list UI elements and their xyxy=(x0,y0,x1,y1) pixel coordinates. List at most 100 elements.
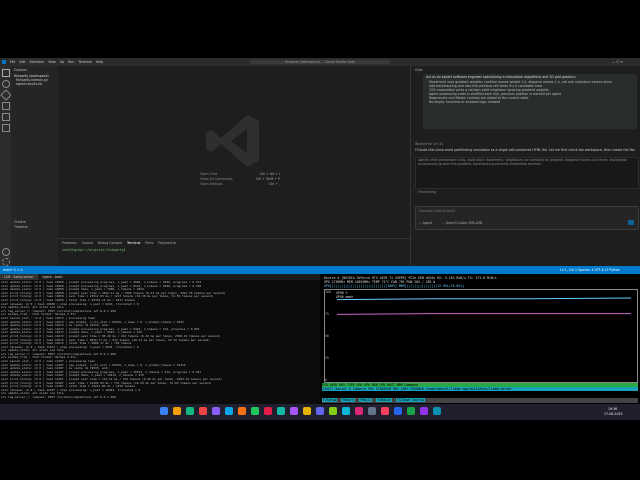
terminal-tab[interactable]: LLM - llama-server xyxy=(0,274,38,280)
explorer-icon[interactable] xyxy=(2,69,10,77)
vscode-title-bar: File Edit Selection View Go Run Terminal Help f… xyxy=(0,58,640,66)
agent-mode-label: Agent xyxy=(422,221,433,225)
taskbar-app-icon[interactable] xyxy=(394,407,402,415)
shortcut-keys: Ctrl + Shift + P xyxy=(255,177,280,181)
nvtop-util-line: GPU[|||||||||||||||||||||||||||||100%] M… xyxy=(324,284,465,288)
y-tick-label: 50 xyxy=(325,334,329,338)
taskbar-app-icon[interactable] xyxy=(355,407,363,415)
outline-section[interactable]: Outline xyxy=(14,220,26,224)
taskbar-app-icon[interactable] xyxy=(368,407,376,415)
taskbar-app-icon[interactable] xyxy=(160,407,168,415)
reasoning-label: Reasoning xyxy=(419,190,436,194)
panel-tab[interactable]: Ports xyxy=(145,241,153,245)
agent-mode-dropdown[interactable]: ⌄ Agent xyxy=(419,221,432,225)
function-key[interactable]: F6Sort xyxy=(341,398,355,402)
status-bar: main* 0 ⚠ 0 Ln 1, Col 1 Spaces: 4 UTF-8 … xyxy=(0,266,640,274)
terminal-tab-bar: LLM - llama-server agent - bash xyxy=(0,274,320,280)
mem-util-line xyxy=(336,313,631,315)
menu-item[interactable]: Selection xyxy=(30,60,45,64)
timeline-section[interactable]: Timeline xyxy=(14,225,28,229)
terminal-prompt[interactable]: user@laptop:~/projects/fishparty$ xyxy=(62,248,125,252)
y-tick-label: 100 xyxy=(325,290,331,294)
taskbar: 19:36 17-08-2025 xyxy=(0,404,640,420)
gear-icon[interactable] xyxy=(2,258,10,266)
explorer-item[interactable]: agent-results.txt xyxy=(11,82,58,86)
menu-item[interactable]: Run xyxy=(68,60,74,64)
taskbar-app-icon[interactable] xyxy=(420,407,428,415)
activity-bar xyxy=(0,66,12,274)
menu-item[interactable]: Help xyxy=(96,60,103,64)
gpu-util-line xyxy=(336,297,632,301)
welcome-shortcut-row[interactable]: Open Chat Ctrl + Alt + I xyxy=(200,172,280,176)
taskbar-app-icon[interactable] xyxy=(199,407,207,415)
window-controls[interactable]: — ☐ ✕ xyxy=(612,60,623,64)
menu-item[interactable]: Terminal xyxy=(78,60,91,64)
taskbar-app-icon[interactable] xyxy=(238,407,246,415)
chat-response-detail: agents emit pheromone trails, walls bloc… xyxy=(418,158,628,166)
taskbar-app-icon[interactable] xyxy=(212,407,220,415)
extensions-icon[interactable] xyxy=(2,113,10,121)
run-debug-icon[interactable] xyxy=(2,102,10,110)
panel-tabs: Problems Output Debug Console Terminal Ports… xyxy=(62,241,181,245)
taskbar-app-icon[interactable] xyxy=(303,407,311,415)
panel-tab[interactable]: PolymerLib xyxy=(158,241,176,245)
menu-item[interactable]: File xyxy=(10,60,15,64)
function-key[interactable]: F12Save Config xyxy=(395,398,425,402)
shortcut-label: Open Settings xyxy=(200,182,223,186)
chat-request-bubble: Act as an expert software engineer speci… xyxy=(423,74,637,129)
menu-item[interactable]: View xyxy=(48,60,56,64)
chat-bullet: No empty functions or stubbed logic allo… xyxy=(429,100,501,104)
vscode-logo-icon xyxy=(2,60,6,64)
welcome-shortcut-row[interactable]: Open Settings Ctrl + , xyxy=(200,182,280,186)
function-key[interactable]: F2Setup xyxy=(322,398,338,402)
welcome-shortcuts: Open Chat Ctrl + Alt + I Show All Commands… xyxy=(200,172,280,187)
taskbar-app-icon[interactable] xyxy=(290,407,298,415)
taskbar-app-icon[interactable] xyxy=(433,407,441,415)
taskbar-app-icon[interactable] xyxy=(251,407,259,415)
clock-date[interactable]: 17-08-2025 xyxy=(604,412,623,416)
shortcut-keys: Ctrl + Alt + I xyxy=(259,172,280,176)
worked-label: Worked for 1m 2s xyxy=(415,142,444,146)
chat-panel: Chat Act as an expert software engineer … xyxy=(410,66,640,274)
source-control-icon[interactable] xyxy=(0,89,12,101)
menu-item[interactable]: Edit xyxy=(19,60,25,64)
taskbar-app-icon[interactable] xyxy=(225,407,233,415)
taskbar-app-icon[interactable] xyxy=(381,407,389,415)
send-icon[interactable] xyxy=(628,220,634,225)
taskbar-app-icon[interactable] xyxy=(329,407,337,415)
menu-item[interactable]: Go xyxy=(60,60,64,64)
y-tick-label: 25 xyxy=(325,356,329,360)
process-row[interactable]: 143271 daniel 0 Compute 99% 12382MiB 80%… xyxy=(322,387,638,391)
chat-response: I'll build this slime-mold pathfinding s… xyxy=(415,148,636,152)
panel-tab[interactable]: Terminal xyxy=(126,241,141,245)
reasoning-toggle[interactable]: › Reasoning xyxy=(417,190,436,194)
taskbar-app-icon[interactable] xyxy=(264,407,272,415)
status-right[interactable]: Ln 1, Col 1 Spaces: 4 UTF-8 LF Python xyxy=(560,268,620,272)
nvtop-y-axis: 100 75 50 25 0 xyxy=(325,290,334,382)
clock-time[interactable]: 19:36 xyxy=(608,407,617,411)
panel-tab[interactable]: Debug Console xyxy=(98,241,122,245)
chat-response-detail-box: agents emit pheromone trails, walls bloc… xyxy=(415,157,639,189)
panel-tab[interactable]: Problems xyxy=(62,241,77,245)
model-picker[interactable]: ⌄ Qwen3-Coder-30B-A3B xyxy=(442,221,482,225)
chat-icon[interactable] xyxy=(2,124,10,132)
chat-input-box[interactable]: Describe what to build ⌄ Agent ⌄ Qwen3-C… xyxy=(415,206,639,230)
search-icon[interactable] xyxy=(2,80,10,88)
function-key[interactable]: F9Kill xyxy=(358,398,373,402)
chat-request-bullets: Movement uses gradient weights: cardinal… xyxy=(423,80,637,104)
model-label: Qwen3-Coder-30B-A3B xyxy=(445,221,483,225)
taskbar-app-icon[interactable] xyxy=(173,407,181,415)
taskbar-app-icon[interactable] xyxy=(316,407,324,415)
terminal-tab[interactable]: agent - bash xyxy=(39,274,67,280)
welcome-shortcut-row[interactable]: Show All Commands Ctrl + Shift + P xyxy=(200,177,280,181)
taskbar-app-icon[interactable] xyxy=(277,407,285,415)
taskbar-app-icon[interactable] xyxy=(186,407,194,415)
taskbar-app-icon[interactable] xyxy=(407,407,415,415)
command-center[interactable]: fishparty (Workspace) — Visual Studio Co… xyxy=(250,60,390,64)
function-key[interactable]: F10Quit xyxy=(376,398,392,402)
status-left[interactable]: main* 0 ⚠ 0 xyxy=(3,268,23,272)
taskbar-app-icon[interactable] xyxy=(342,407,350,415)
explorer-sidebar: Explorer fishparty (workspace) fishparty… xyxy=(11,66,59,274)
account-icon[interactable] xyxy=(2,248,10,256)
panel-tab[interactable]: Output xyxy=(82,241,93,245)
